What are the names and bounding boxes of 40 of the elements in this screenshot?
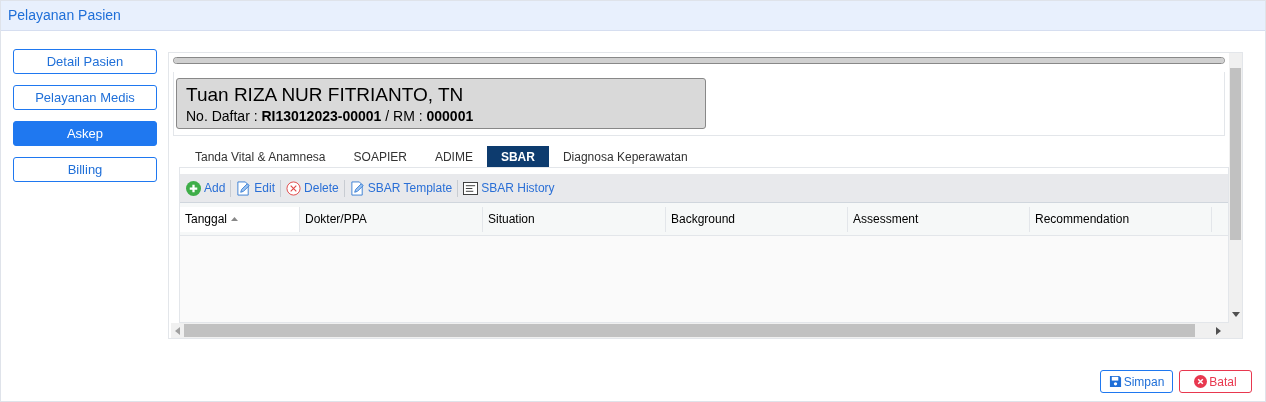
column-header[interactable]: Tanggal [180, 206, 300, 232]
sidebar-item[interactable]: Pelayanan Medis [13, 85, 157, 110]
tab[interactable]: SBAR [486, 146, 549, 167]
column-header[interactable]: Recommendation [1030, 206, 1212, 232]
toolbar-button[interactable]: Edit [236, 179, 276, 197]
save-icon [1108, 375, 1122, 388]
toolbar-button[interactable]: Delete [286, 179, 339, 197]
sidebar-item[interactable]: Detail Pasien [13, 49, 157, 74]
cancel-button[interactable]: Batal [1179, 370, 1252, 393]
registration-info: No. Daftar : RI13012023-00001 / RM : 000001 [186, 107, 475, 125]
vertical-scrollbar[interactable] [1229, 53, 1242, 323]
toolbar-button[interactable]: Add [186, 179, 226, 197]
column-header[interactable]: Assessment [848, 206, 1030, 232]
sidebar-item[interactable]: Askep [13, 121, 157, 146]
scroll-thumb[interactable] [1230, 68, 1241, 240]
tab[interactable]: Diagnosa Keperawatan [548, 146, 702, 167]
tab[interactable]: SOAPIER [339, 146, 421, 167]
list-icon [463, 181, 479, 195]
toolbar-button[interactable]: SBAR Template [349, 179, 453, 197]
horizontal-scrollbar[interactable] [171, 323, 1242, 338]
close-circle-icon [1194, 375, 1208, 388]
sidebar-item[interactable]: Billing [13, 157, 157, 182]
scroll-thumb[interactable] [184, 324, 1195, 337]
tab[interactable]: ADIME [420, 146, 487, 167]
scroll-right-icon[interactable] [1216, 326, 1221, 335]
patient-name: Tuan RIZA NUR FITRIANTO, TN [186, 83, 465, 107]
toolbar-button[interactable]: SBAR History [463, 179, 555, 197]
save-button[interactable]: Simpan [1100, 370, 1173, 393]
scroll-down-icon[interactable] [1231, 312, 1240, 317]
scroll-left-icon[interactable] [175, 326, 180, 335]
page-title: Pelayanan Pasien [8, 6, 121, 25]
document-pencil-icon [349, 180, 365, 196]
column-header[interactable]: Situation [483, 206, 666, 232]
plus-icon [186, 180, 201, 196]
sort-ascending-icon [231, 217, 239, 221]
close-circle-icon [286, 180, 302, 196]
tab[interactable]: Tanda Vital & Anamnesa [181, 146, 340, 167]
column-header[interactable]: Dokter/PPA [300, 206, 483, 232]
column-header[interactable]: Background [666, 206, 848, 232]
document-pencil-icon [236, 180, 252, 196]
